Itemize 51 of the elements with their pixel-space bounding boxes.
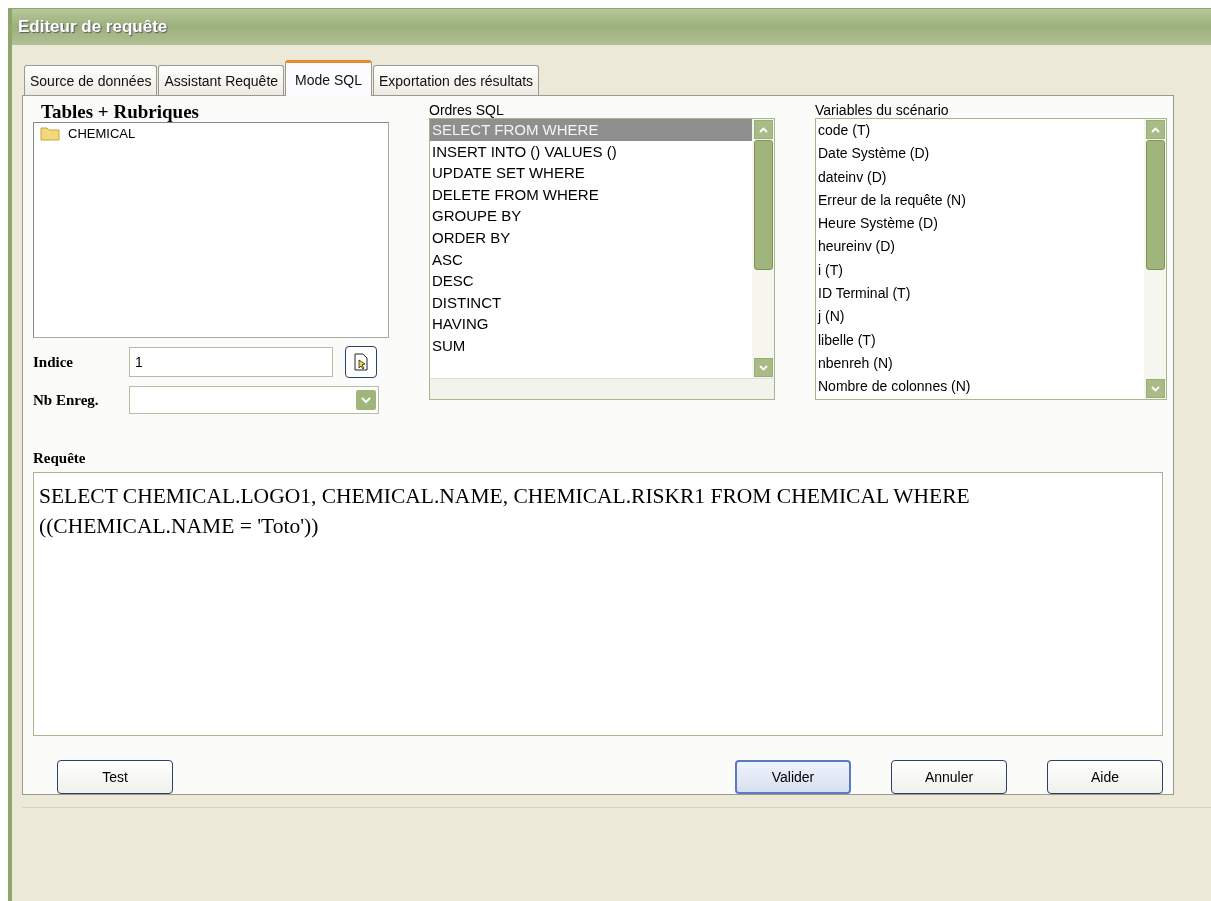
list-item[interactable]: Heure Système (D) bbox=[816, 212, 1144, 236]
list-title: Variables du scénario bbox=[815, 102, 950, 118]
dialog-button[interactable]: Aide bbox=[1047, 760, 1163, 794]
scroll-up-icon[interactable] bbox=[1150, 126, 1160, 133]
list-item[interactable]: HAVING bbox=[430, 313, 752, 335]
list-item[interactable]: UPDATE SET WHERE bbox=[430, 162, 752, 184]
list-item[interactable]: DESC bbox=[430, 270, 752, 292]
list-item[interactable]: i (T) bbox=[816, 258, 1144, 283]
list-item[interactable]: heureinv (D) bbox=[816, 235, 1144, 259]
horizontal-scrollbar[interactable] bbox=[430, 378, 774, 399]
list-item[interactable]: INSERT INTO () VALUES () bbox=[430, 140, 752, 163]
dialog-button[interactable]: Test bbox=[57, 760, 173, 794]
tab[interactable]: Assistant Requête bbox=[158, 65, 285, 95]
input-field[interactable]: 1 bbox=[129, 347, 333, 377]
list-item[interactable]: DELETE FROM WHERE bbox=[430, 183, 752, 206]
tree-item[interactable]: CHEMICAL bbox=[68, 126, 136, 141]
list-item[interactable]: libelle (T) bbox=[816, 328, 1144, 352]
list-item[interactable]: ID Terminal (T) bbox=[816, 282, 1144, 306]
list-title: Ordres SQL bbox=[429, 102, 505, 118]
vertical-scrollbar[interactable] bbox=[752, 119, 774, 378]
list-item[interactable]: Date Système (D) bbox=[816, 142, 1144, 166]
tab[interactable]: Mode SQL bbox=[285, 60, 372, 96]
folder-icon bbox=[40, 126, 60, 141]
scroll-down-icon[interactable] bbox=[1150, 385, 1160, 392]
scroll-up-icon[interactable] bbox=[758, 126, 768, 133]
section-title: Requête bbox=[33, 449, 87, 468]
select-button[interactable] bbox=[345, 346, 377, 378]
dropdown-field[interactable] bbox=[129, 386, 379, 414]
dialog-button[interactable]: Annuler bbox=[891, 760, 1007, 794]
dialog-button[interactable]: Valider bbox=[735, 760, 851, 794]
vertical-scrollbar[interactable] bbox=[1144, 119, 1166, 399]
query-text-area[interactable]: SELECT CHEMICAL.LOGO1, CHEMICAL.NAME, CHEMICAL.RISKR1 FROM CHEMICAL WHERE ((CHEMICAL.NAME = 'Toto')) bbox=[33, 472, 1163, 736]
scroll-down-icon[interactable] bbox=[758, 364, 768, 371]
list-item[interactable]: dateinv (D) bbox=[816, 165, 1144, 189]
document-pointer-icon bbox=[353, 353, 369, 371]
list-item[interactable]: ORDER BY bbox=[430, 226, 752, 249]
list-item[interactable]: ASC bbox=[430, 248, 752, 271]
list-item[interactable]: nbenreh (N) bbox=[816, 351, 1144, 376]
tab[interactable]: Exportation des résultats bbox=[373, 65, 540, 95]
list-item[interactable]: Erreur de la requête (N) bbox=[816, 188, 1144, 213]
window-title: Editeur de requête bbox=[18, 17, 168, 37]
list-item[interactable]: SUM bbox=[430, 334, 752, 357]
list-item[interactable]: DISTINCT bbox=[430, 291, 752, 314]
list-item[interactable]: GROUPE BY bbox=[430, 205, 752, 227]
list-item[interactable]: j (N) bbox=[816, 305, 1144, 329]
list-item[interactable]: Nombre de colonnes (N) bbox=[816, 375, 1144, 399]
list-item[interactable]: code (T) bbox=[816, 119, 1144, 143]
section-title: Tables + Rubriques bbox=[40, 102, 200, 122]
field-label: Indice bbox=[33, 353, 74, 371]
tab[interactable]: Source de données bbox=[24, 65, 158, 95]
field-label: Nb Enreg. bbox=[33, 391, 100, 409]
